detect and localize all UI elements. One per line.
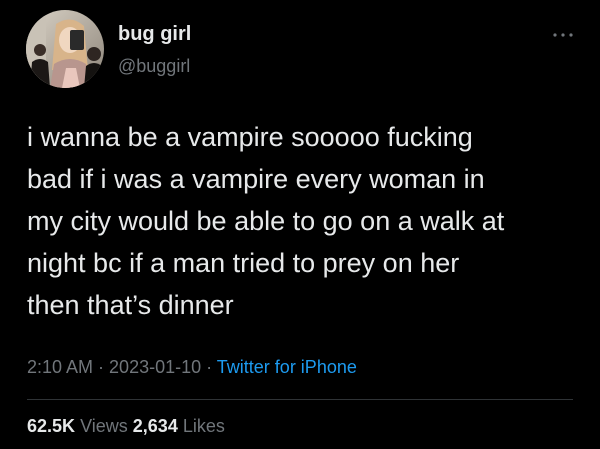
likes-label: Likes [182,416,225,436]
views-count: 62.5K [27,416,76,436]
tweet-stats: 62.5K Views 2,634 Likes [27,416,225,437]
divider [27,399,573,400]
tweet-metadata: 2:10 AM · 2023-01-10 · Twitter for iPhon… [27,357,357,378]
avatar[interactable] [26,10,104,88]
more-horizontal-icon[interactable] [548,28,578,42]
user-handle[interactable]: @buggirl [118,56,190,77]
likes-count: 2,634 [132,416,178,436]
tweet-time[interactable]: 2:10 AM [27,357,93,377]
meta-separator: · [201,357,217,377]
tweet-source-link[interactable]: Twitter for iPhone [217,357,357,377]
views-label: Views [80,416,128,436]
tweet-card: bug girl @buggirl i wanna be a vampire s… [0,0,600,449]
likes-stat[interactable]: 2,634 Likes [133,416,225,436]
meta-separator: · [93,357,110,377]
tweet-text: i wanna be a vampire sooooo fucking bad … [27,122,505,320]
avatar-photo-icon [26,10,104,88]
tweet-date[interactable]: 2023-01-10 [109,357,201,377]
views-stat[interactable]: 62.5K Views [27,416,128,436]
display-name[interactable]: bug girl [118,23,191,46]
